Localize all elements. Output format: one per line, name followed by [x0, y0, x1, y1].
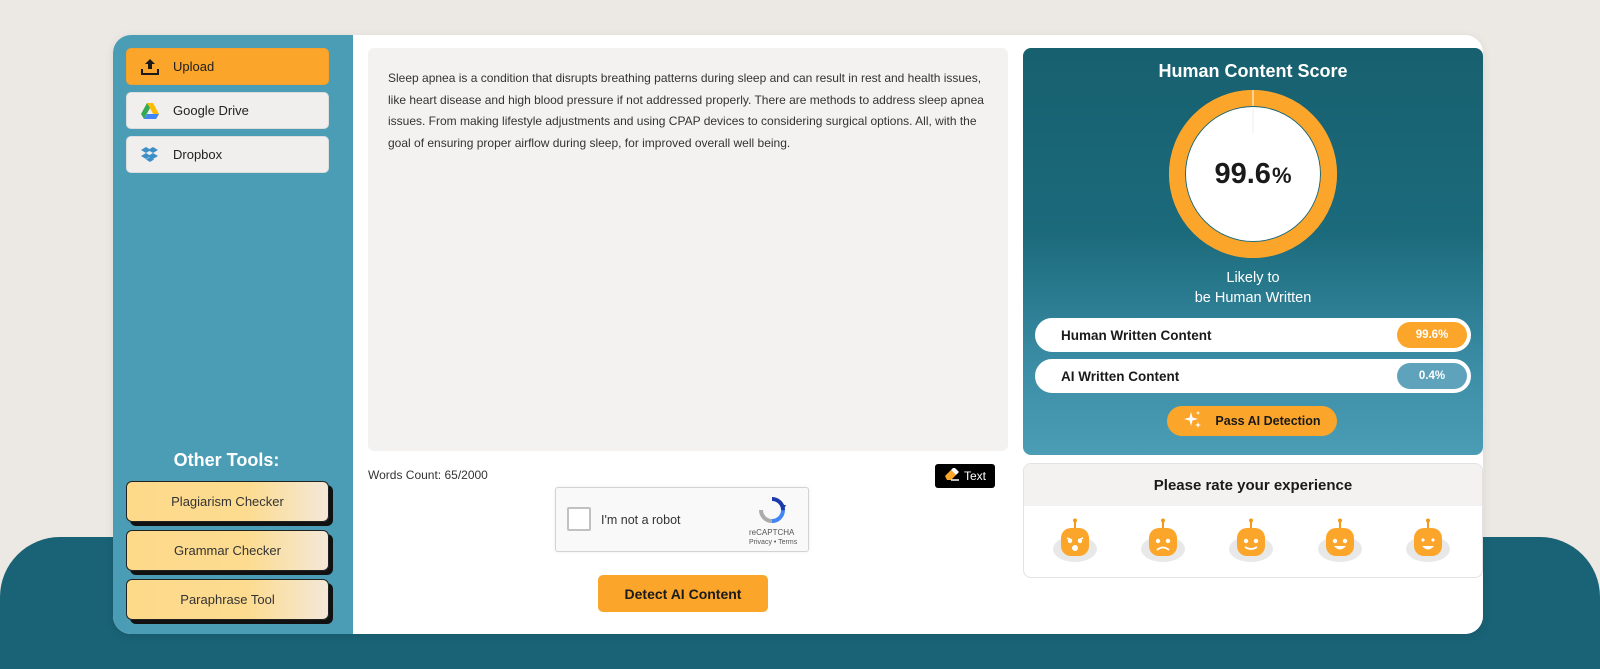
- ai-content-bar: AI Written Content 0.4%: [1035, 359, 1471, 393]
- eraser-icon: [944, 467, 960, 484]
- verdict-line-1: Likely to: [1226, 270, 1280, 286]
- recaptcha-checkbox[interactable]: [567, 507, 591, 531]
- recaptcha-label: I'm not a robot: [601, 513, 681, 527]
- other-tools-title: Other Tools:: [173, 450, 280, 470]
- neutral-face-icon[interactable]: [1228, 518, 1274, 564]
- text-button-label: Text: [963, 469, 986, 483]
- recaptcha-widget: I'm not a robot reCAPTCHA Privacy • Term…: [555, 487, 809, 552]
- app-window: Upload Google Drive Dropbox Other Tools:…: [113, 35, 1483, 634]
- recaptcha-icon: [758, 496, 786, 529]
- verdict-line-2: be Human Written: [1194, 290, 1312, 306]
- love-face-icon[interactable]: [1405, 518, 1451, 564]
- recaptcha-brand: reCAPTCHA: [749, 528, 795, 537]
- dropbox-icon: [127, 146, 173, 163]
- human-content-label: Human Written Content: [1061, 328, 1212, 343]
- google-drive-label: Google Drive: [173, 103, 249, 118]
- dropbox-button[interactable]: Dropbox: [126, 136, 329, 173]
- recaptcha-terms-link[interactable]: Privacy • Terms: [749, 539, 797, 546]
- score-panel: Human Content Score 99.6% Likely to be H…: [1023, 48, 1483, 455]
- words-count: Words Count: 65/2000: [368, 468, 488, 482]
- rating-faces: [1024, 518, 1482, 568]
- happy-face-icon[interactable]: [1317, 518, 1363, 564]
- google-drive-icon: [127, 102, 173, 120]
- score-value: 99.6: [1214, 157, 1271, 190]
- score-verdict: Likely to be Human Written: [1023, 268, 1483, 308]
- angry-face-icon[interactable]: [1052, 518, 1098, 564]
- content-textarea[interactable]: Sleep apnea is a condition that disrupts…: [368, 48, 1008, 451]
- dropbox-label: Dropbox: [173, 147, 223, 162]
- score-title: Human Content Score: [1158, 61, 1348, 81]
- rating-title: Please rate your experience: [1024, 464, 1482, 506]
- upload-button[interactable]: Upload: [126, 48, 329, 85]
- paraphrase-tool-button[interactable]: Paraphrase Tool: [126, 579, 329, 620]
- google-drive-button[interactable]: Google Drive: [126, 92, 329, 129]
- rating-panel: Please rate your experience: [1023, 463, 1483, 578]
- pass-ai-detection-button[interactable]: Pass AI Detection: [1167, 406, 1337, 436]
- human-content-bar: Human Written Content 99.6%: [1035, 318, 1471, 352]
- main-content: Sleep apnea is a condition that disrupts…: [354, 35, 1483, 634]
- sparkle-icon: [1183, 410, 1203, 433]
- upload-label: Upload: [173, 59, 215, 74]
- score-value-display: 99.6%: [1167, 88, 1339, 260]
- grammar-checker-button[interactable]: Grammar Checker: [126, 530, 329, 571]
- sidebar: Upload Google Drive Dropbox Other Tools:…: [113, 35, 353, 634]
- detect-ai-content-button[interactable]: Detect AI Content: [598, 575, 768, 612]
- human-content-value: 99.6%: [1397, 322, 1467, 348]
- pass-ai-detection-label: Pass AI Detection: [1215, 414, 1321, 428]
- plagiarism-checker-button[interactable]: Plagiarism Checker: [126, 481, 329, 522]
- sad-face-icon[interactable]: [1140, 518, 1186, 564]
- text-button[interactable]: Text: [935, 464, 995, 488]
- upload-icon: [127, 57, 173, 77]
- score-unit: %: [1271, 163, 1292, 188]
- ai-content-label: AI Written Content: [1061, 369, 1180, 384]
- ai-content-value: 0.4%: [1397, 363, 1467, 389]
